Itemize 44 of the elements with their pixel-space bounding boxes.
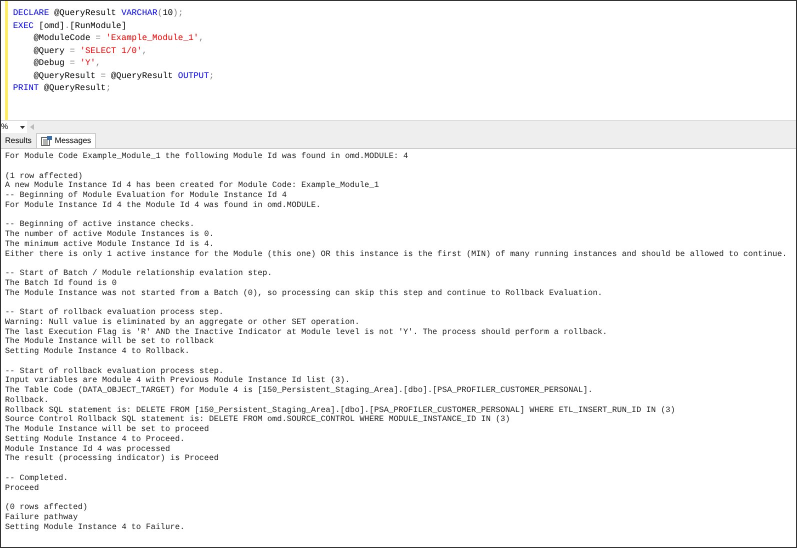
zoom-dropdown[interactable]: %: [1, 121, 27, 133]
message-line: Setting Module Instance 4 to Rollback.: [5, 347, 190, 357]
message-line: -- Beginning of Module Evaluation for Module Instance Id 4: [5, 191, 287, 201]
message-line: For Module Code Example_Module_1 the following Module Id was found in omd.MODULE: 4: [5, 152, 408, 162]
message-line: The result (processing indicator) is Proceed: [5, 454, 219, 464]
message-line: The number of active Module Instances is 0.: [5, 230, 214, 240]
message-line: Module Instance Id 4 was processed: [5, 444, 170, 454]
message-line: -- Start of Batch / Module relationship evalation step.: [5, 269, 272, 279]
message-line: (0 rows affected): [5, 503, 88, 513]
tab[interactable]: Messages: [36, 133, 96, 148]
message-line: Failure pathway: [5, 512, 78, 522]
message-line: For Module Instance Id 4 the Module Id 4 was found in omd.MODULE.: [5, 200, 321, 210]
message-line: Rollback SQL statement is: DELETE FROM [150_Persistent_Staging_Area].[dbo].[PSA_PROFILER_CUSTOMER_PERSONAL] WHERE ETL_INSERT_RUN_ID IN (3): [5, 406, 676, 415]
message-grid-icon: [40, 136, 52, 146]
code-line: @ModuleCode = 'Example_Module_1',: [32, 32, 205, 44]
message-line: Source Control Rollback SQL statement is: DELETE FROM omd.SOURCE_CONTROL WHERE MODULE_INSTANCE_ID IN (3): [5, 415, 510, 425]
message-line: Input variables are Module 4 with Previous Module Instance Id list (3).: [5, 376, 350, 386]
message-line: The last Execution Flag is 'R' AND the Inactive Indicator at Module level is not 'Y'. The process should perform a rollback.: [5, 328, 608, 337]
code-line: @Debug = 'Y',: [32, 57, 102, 70]
message-line: Setting Module Instance 4 to Proceed.: [5, 434, 185, 444]
message-line: The Module Instance was not started from a Batch (0), so processing can skip this step and continue to Rollback Evaluation.: [5, 288, 602, 298]
message-line: The minimum active Module Instance Id is 4.: [5, 240, 214, 250]
message-line: The Module Instance will be set to proceed: [5, 425, 209, 435]
message-line: Warning: Null value is eliminated by an aggregate or other SET operation.: [5, 318, 360, 328]
message-line: -- Start of rollback evaluation process step.: [5, 308, 224, 318]
message-line: Proceed: [5, 484, 39, 494]
message-line: The Batch Id found is 0: [5, 278, 117, 288]
code-line: DECLARE @QueryResult VARCHAR(10);: [13, 7, 184, 20]
message-line: A new Module Instance Id 4 has been created for Module Code: Example_Module_1: [5, 181, 379, 191]
message-line: The Module Instance will be set to rollback: [5, 337, 214, 347]
scroll-left-icon[interactable]: [30, 124, 34, 130]
code-line: @QueryResult = @QueryResult OUTPUT;: [32, 70, 214, 82]
caret-icon: [20, 126, 25, 128]
message-line: -- Completed.: [5, 474, 68, 484]
message-line: -- Start of rollback evaluation process step.: [5, 366, 224, 376]
message-line: Rollback.: [5, 396, 49, 406]
code-line: @Query = 'SELECT 1/0',: [32, 44, 148, 57]
message-line: The Table Code (DATA_OBJECT_TARGET) for Module 4 is [150_Persistent_Staging_Area].[dbo].[PSA_PROFILER_CUSTOMER_PERSONAL].: [5, 386, 593, 396]
code-line: EXEC [omd].[RunModule]: [13, 20, 128, 32]
message-line: Setting Module Instance 4 to Failure.: [5, 522, 185, 532]
message-line: (1 row affected): [5, 172, 83, 181]
message-line: Either there is only 1 active instance for the Module (this one) OR this instance is the first (MIN) of many running instances and should be allowed to continue.: [5, 250, 787, 260]
code-line: PRINT @QueryResult;: [13, 82, 112, 94]
message-line: -- Beginning of active instance checks.: [5, 220, 194, 230]
